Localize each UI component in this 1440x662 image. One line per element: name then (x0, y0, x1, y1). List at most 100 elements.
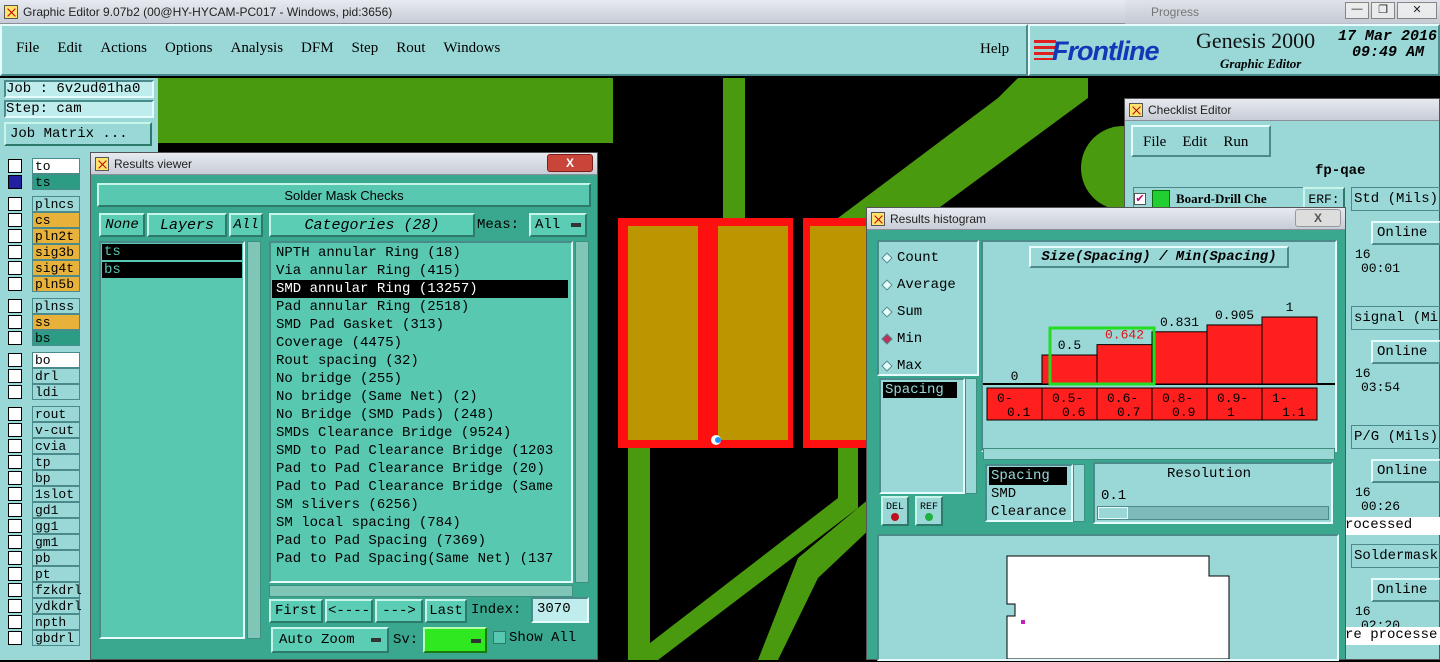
menu-options[interactable]: Options (165, 40, 213, 57)
layer-checkbox[interactable] (8, 423, 22, 437)
category-item[interactable]: SMD to Pad Clearance Bridge (1203 (272, 442, 568, 460)
layer-checkbox[interactable] (8, 583, 22, 597)
next-button[interactable]: ---> (375, 599, 423, 623)
category-item[interactable]: Rout spacing (32) (272, 352, 568, 370)
option-count[interactable]: Count (881, 244, 977, 271)
layers-button[interactable]: Layers (147, 213, 227, 237)
menu-rout[interactable]: Rout (396, 40, 425, 57)
checklist-menu-edit[interactable]: Edit (1182, 134, 1207, 151)
layer-checkbox[interactable] (8, 159, 22, 173)
menu-windows[interactable]: Windows (443, 40, 500, 57)
layer-row[interactable]: drl (4, 368, 90, 384)
help-menu[interactable]: Help (980, 41, 1009, 58)
layer-row[interactable]: tp (4, 454, 90, 470)
measure-item[interactable]: Clearance (989, 503, 1067, 521)
category-item[interactable]: SMD Pad Gasket (313) (272, 316, 568, 334)
layer-checkbox[interactable] (8, 631, 22, 645)
layer-row[interactable]: bs (4, 330, 90, 346)
layer-checkbox[interactable] (8, 519, 22, 533)
layer-checkbox[interactable] (8, 439, 22, 453)
layer-checkbox[interactable] (8, 551, 22, 565)
index-input[interactable]: 3070 (531, 597, 589, 623)
layer-checkbox[interactable] (8, 245, 22, 259)
layer-row[interactable]: cs (4, 212, 90, 228)
layer-scrollbar[interactable] (247, 241, 261, 639)
auto-zoom-dropdown[interactable]: Auto Zoom (271, 627, 389, 653)
categories-button[interactable]: Categories (28) (269, 213, 475, 237)
category-item[interactable]: Via annular Ring (415) (272, 262, 568, 280)
option-average[interactable]: Average (881, 271, 977, 298)
preview-panel[interactable] (877, 534, 1339, 661)
layer-row[interactable]: pln5b (4, 276, 90, 292)
layer-row[interactable]: rout (4, 406, 90, 422)
sv-color-dropdown[interactable] (423, 627, 487, 653)
menu-dfm[interactable]: DFM (301, 40, 334, 57)
minimize-button[interactable]: — (1345, 2, 1369, 19)
layer-checkbox[interactable] (8, 455, 22, 469)
layer-row[interactable]: ts (4, 174, 90, 190)
layer-checkbox[interactable] (8, 487, 22, 501)
maximize-button[interactable]: ❐ (1371, 2, 1395, 19)
layer-checkbox[interactable] (8, 535, 22, 549)
category-scrollbar[interactable] (575, 241, 589, 583)
layer-row[interactable]: v-cut (4, 422, 90, 438)
layer-item[interactable]: bs (102, 262, 242, 278)
category-item[interactable]: No Bridge (SMD Pads) (248) (272, 406, 568, 424)
histogram-list[interactable]: Spacing (879, 378, 965, 494)
chart-hscrollbar[interactable] (983, 448, 1335, 460)
layer-checkbox[interactable] (8, 277, 22, 291)
menu-step[interactable]: Step (352, 40, 379, 57)
layer-checkbox[interactable] (8, 175, 22, 189)
category-item[interactable]: SM local spacing (784) (272, 514, 568, 532)
slider-thumb[interactable] (1098, 507, 1128, 519)
del-button[interactable]: DEL (881, 496, 909, 526)
category-item[interactable]: Pad to Pad Spacing (7369) (272, 532, 568, 550)
layer-row[interactable]: ydkdrl (4, 598, 90, 614)
menu-edit[interactable]: Edit (57, 40, 82, 57)
layer-item[interactable]: ts (102, 244, 242, 260)
close-button[interactable]: X (547, 154, 593, 172)
checklist-menu-run[interactable]: Run (1223, 134, 1248, 151)
category-item[interactable]: NPTH annular Ring (18) (272, 244, 568, 262)
layer-row[interactable]: plnss (4, 298, 90, 314)
measure-item[interactable]: SMD (989, 485, 1067, 503)
layer-checkbox[interactable] (8, 567, 22, 581)
category-item[interactable]: SMDs Clearance Bridge (9524) (272, 424, 568, 442)
job-matrix-button[interactable]: Job Matrix ... (4, 122, 152, 146)
layer-row[interactable]: pb (4, 550, 90, 566)
category-item[interactable]: Pad to Pad Clearance Bridge (20) (272, 460, 568, 478)
ref-button[interactable]: REF (915, 496, 943, 526)
layer-checkbox[interactable] (8, 615, 22, 629)
layer-checkbox[interactable] (8, 197, 22, 211)
option-max[interactable]: Max (881, 352, 977, 379)
none-button[interactable]: None (99, 213, 145, 237)
layer-checkbox[interactable] (8, 261, 22, 275)
layer-checkbox[interactable] (8, 213, 22, 227)
layer-row[interactable]: ldi (4, 384, 90, 400)
all-layers-button[interactable]: All (229, 213, 263, 237)
layer-checkbox[interactable] (8, 331, 22, 345)
category-item[interactable]: No bridge (Same Net) (2) (272, 388, 568, 406)
layer-checkbox[interactable] (8, 299, 22, 313)
menu-file[interactable]: File (16, 40, 39, 57)
layer-row[interactable]: cvia (4, 438, 90, 454)
layer-row[interactable]: fzkdrl (4, 582, 90, 598)
layer-checkbox[interactable] (8, 599, 22, 613)
layer-checkbox[interactable] (8, 471, 22, 485)
category-hscrollbar[interactable] (269, 585, 573, 597)
layer-row[interactable]: sig3b (4, 244, 90, 260)
meas-dropdown[interactable]: All (529, 213, 587, 237)
measure-item[interactable]: Spacing (989, 467, 1067, 485)
layer-row[interactable]: gm1 (4, 534, 90, 550)
option-min[interactable]: Min (881, 325, 977, 352)
layer-row[interactable]: pln2t (4, 228, 90, 244)
layer-checkbox[interactable] (8, 315, 22, 329)
category-item[interactable]: Pad to Pad Clearance Bridge (Same (272, 478, 568, 496)
show-all-checkbox[interactable] (493, 631, 506, 644)
first-button[interactable]: First (269, 599, 323, 623)
layer-checkbox[interactable] (8, 369, 22, 383)
option-sum[interactable]: Sum (881, 298, 977, 325)
menu-actions[interactable]: Actions (100, 40, 147, 57)
layer-row[interactable]: gd1 (4, 502, 90, 518)
layer-checkbox[interactable] (8, 407, 22, 421)
